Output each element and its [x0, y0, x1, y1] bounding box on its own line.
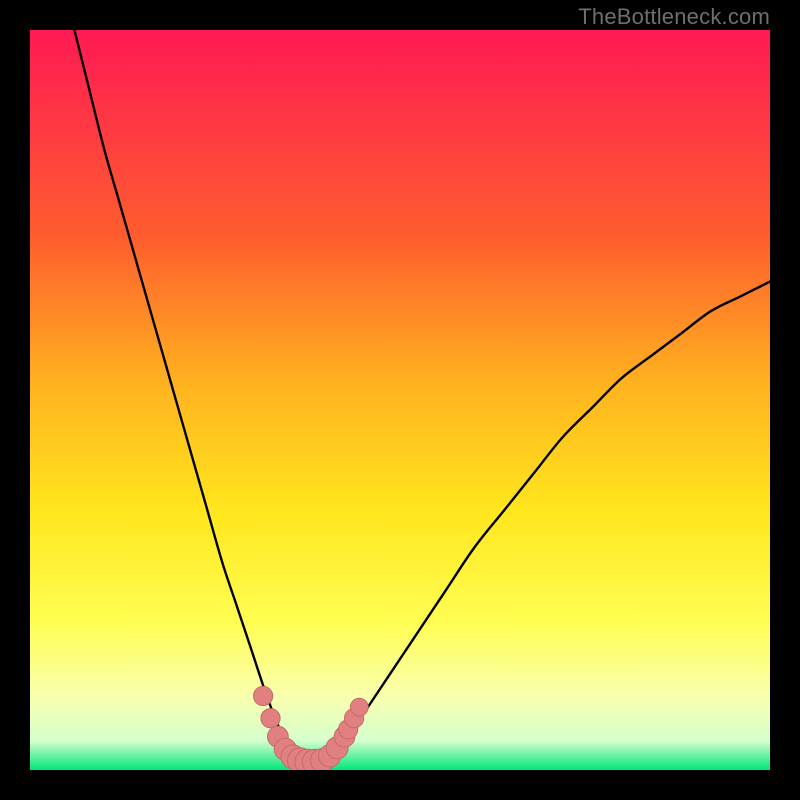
- data-marker: [254, 686, 273, 705]
- bottleneck-chart: [30, 30, 770, 770]
- watermark-text: TheBottleneck.com: [578, 4, 770, 30]
- data-marker: [261, 709, 280, 728]
- data-marker: [350, 698, 368, 716]
- chart-frame: [30, 30, 770, 770]
